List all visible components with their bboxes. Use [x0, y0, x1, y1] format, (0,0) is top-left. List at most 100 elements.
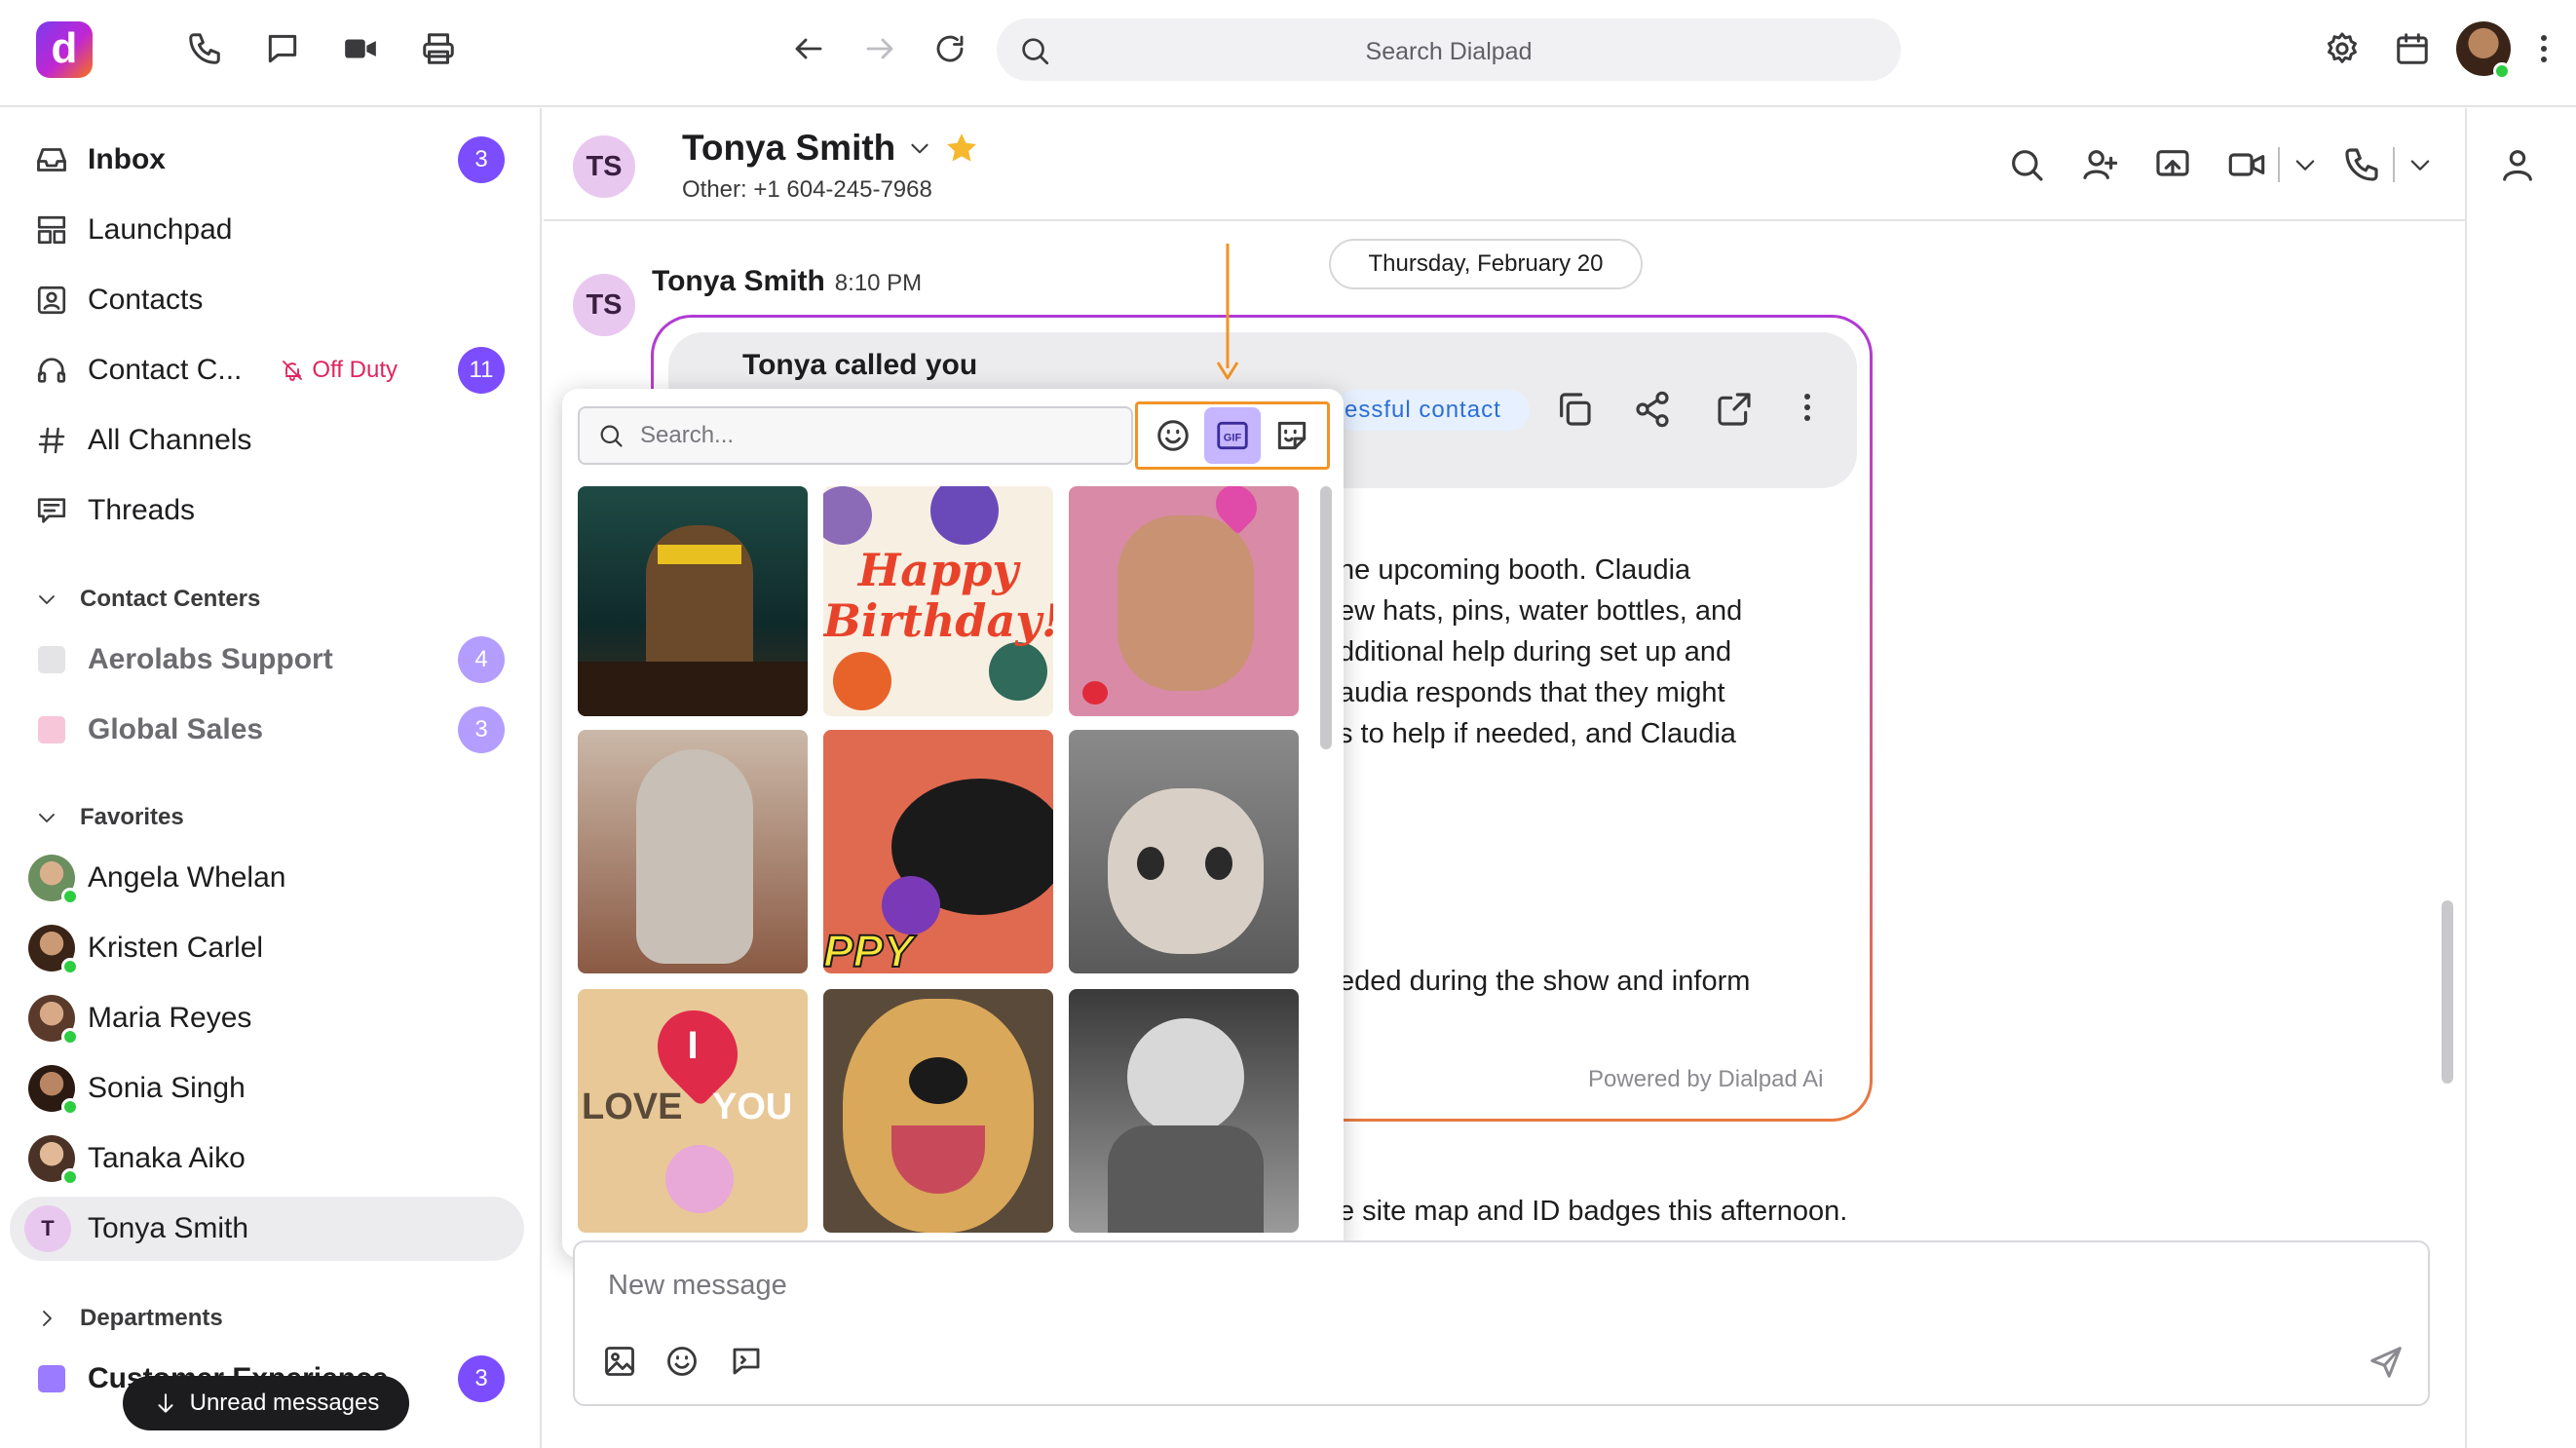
search-icon[interactable] — [2007, 145, 2046, 184]
gif-tile[interactable] — [578, 486, 808, 716]
send-icon[interactable] — [2368, 1344, 2405, 1381]
gif-tile[interactable] — [1069, 989, 1299, 1233]
arrow-down-icon — [158, 1393, 173, 1413]
section-departments[interactable]: Departments — [35, 1305, 223, 1332]
hash-icon — [18, 425, 86, 456]
image-icon[interactable] — [602, 1344, 637, 1379]
sidebar-item-angela-whelan[interactable]: Angela Whelan — [18, 846, 524, 910]
contact-name-row[interactable]: Tonya Smith — [682, 128, 979, 169]
back-arrow-icon[interactable] — [779, 19, 838, 78]
gif-tile[interactable]: I LOVE YOU — [578, 989, 808, 1233]
bell-off-icon — [283, 361, 303, 381]
printer-icon[interactable] — [409, 19, 468, 78]
dialpad-logo[interactable]: d — [36, 21, 93, 78]
sidebar-item-global-sales[interactable]: Global Sales 3 — [18, 698, 524, 762]
avatar — [28, 1135, 79, 1186]
disposition-chip[interactable]: essful contact — [1335, 390, 1530, 431]
gif-tile[interactable]: PPY — [823, 730, 1053, 973]
message-input[interactable]: New message — [608, 1270, 787, 1302]
picker-scrollbar[interactable] — [1320, 486, 1332, 749]
chat-scrollbar[interactable] — [2442, 900, 2453, 1084]
right-rail — [2465, 108, 2576, 1448]
settings-icon[interactable] — [2313, 19, 2371, 78]
sidebar-item-contacts[interactable]: Contacts — [18, 268, 524, 332]
sidebar-item-aerolabs-support[interactable]: Aerolabs Support 4 — [18, 628, 524, 692]
gif-tile[interactable]: Happy Birthday! — [823, 486, 1053, 716]
sidebar-item-label: Threads — [88, 494, 196, 526]
gif-tile[interactable] — [1069, 486, 1299, 716]
gif-search-input[interactable]: Search... — [578, 406, 1133, 465]
star-icon[interactable] — [944, 131, 979, 166]
color-square — [38, 646, 65, 673]
section-favorites[interactable]: Favorites — [35, 804, 184, 831]
sidebar-item-threads[interactable]: Threads — [18, 478, 524, 543]
gif-tile[interactable] — [1069, 730, 1299, 973]
refresh-icon[interactable] — [921, 19, 979, 78]
gif-tile[interactable] — [578, 730, 808, 973]
shortcut-icon[interactable] — [729, 1344, 764, 1379]
avatar — [28, 855, 79, 905]
sidebar-item-label: Inbox — [88, 143, 166, 175]
share-icon[interactable] — [1633, 390, 1672, 429]
contact-details-icon[interactable] — [2498, 145, 2537, 184]
emoji-icon[interactable] — [664, 1344, 700, 1379]
more-icon[interactable] — [1802, 392, 1812, 423]
search-bar[interactable]: Search Dialpad — [997, 19, 1901, 81]
video-icon[interactable] — [331, 19, 390, 78]
gif-caption: YOU — [712, 1086, 793, 1127]
voice-call-button[interactable] — [2342, 145, 2434, 184]
contact-name: Tonya Smith — [682, 128, 896, 168]
sidebar-item-label: Aerolabs Support — [88, 643, 333, 675]
summary-line: s to help if needed, and Claudia — [1339, 718, 1736, 749]
chevron-down-icon — [2295, 160, 2315, 171]
sidebar-item-tonya-smith[interactable]: T Tonya Smith — [10, 1197, 524, 1261]
gif-tab[interactable]: GIF — [1203, 407, 1261, 464]
summary-line: ew hats, pins, water bottles, and — [1339, 595, 1743, 627]
sticker-tab[interactable] — [1264, 407, 1320, 464]
more-icon[interactable] — [2529, 19, 2558, 78]
sender-avatar[interactable]: TS — [573, 274, 635, 336]
add-person-icon[interactable] — [2080, 145, 2119, 184]
off-duty-status[interactable]: Off Duty — [281, 357, 398, 384]
sidebar-item-contact-center[interactable]: Contact C... Off Duty 11 — [18, 338, 524, 402]
unread-badge: 4 — [458, 636, 505, 683]
forward-arrow-icon[interactable] — [851, 19, 909, 78]
video-icon — [2228, 153, 2265, 176]
unread-badge: 3 — [458, 136, 505, 183]
gif-caption: I — [687, 1024, 699, 1067]
sidebar-item-label: Contacts — [88, 284, 204, 316]
picker-tab-group: GIF — [1135, 401, 1330, 470]
sidebar-item-maria-reyes[interactable]: Maria Reyes — [18, 986, 524, 1050]
chat-icon[interactable] — [253, 19, 312, 78]
sidebar-item-all-channels[interactable]: All Channels — [18, 408, 524, 473]
calendar-icon[interactable] — [2383, 19, 2442, 78]
svg-text:GIF: GIF — [1224, 433, 1242, 444]
gif-tile[interactable] — [823, 989, 1053, 1233]
unread-messages-button[interactable]: Unread messages — [123, 1376, 409, 1430]
inbox-icon — [18, 142, 86, 177]
section-contact-centers[interactable]: Contact Centers — [35, 586, 260, 613]
sidebar-item-label: Kristen Carlel — [88, 932, 264, 964]
phone-icon[interactable] — [175, 19, 234, 78]
sidebar-item-label: All Channels — [88, 424, 252, 456]
sidebar-item-launchpad[interactable]: Launchpad — [18, 198, 524, 262]
video-call-button[interactable] — [2227, 145, 2319, 184]
sidebar-item-inbox[interactable]: Inbox 3 — [18, 128, 524, 192]
sidebar-item-label: Maria Reyes — [88, 1002, 252, 1034]
contact-avatar[interactable]: TS — [573, 135, 635, 198]
date-divider: Thursday, February 20 — [1329, 239, 1643, 289]
sidebar-item-tanaka-aiko[interactable]: Tanaka Aiko — [18, 1126, 524, 1191]
open-external-icon[interactable] — [1715, 390, 1754, 429]
launchpad-icon — [18, 213, 86, 247]
chevron-down-icon — [39, 595, 55, 604]
contacts-icon — [18, 284, 86, 317]
screen-share-icon[interactable] — [2153, 145, 2192, 184]
sidebar-item-kristen-carlel[interactable]: Kristen Carlel — [18, 916, 524, 980]
avatar — [28, 995, 79, 1046]
copy-icon[interactable] — [1555, 390, 1594, 429]
emoji-tab[interactable] — [1145, 407, 1201, 464]
gif-caption: PPY — [823, 925, 914, 973]
message-composer[interactable]: New message — [573, 1240, 2430, 1406]
sidebar-item-sonia-singh[interactable]: Sonia Singh — [18, 1056, 524, 1121]
threads-icon — [18, 494, 86, 527]
